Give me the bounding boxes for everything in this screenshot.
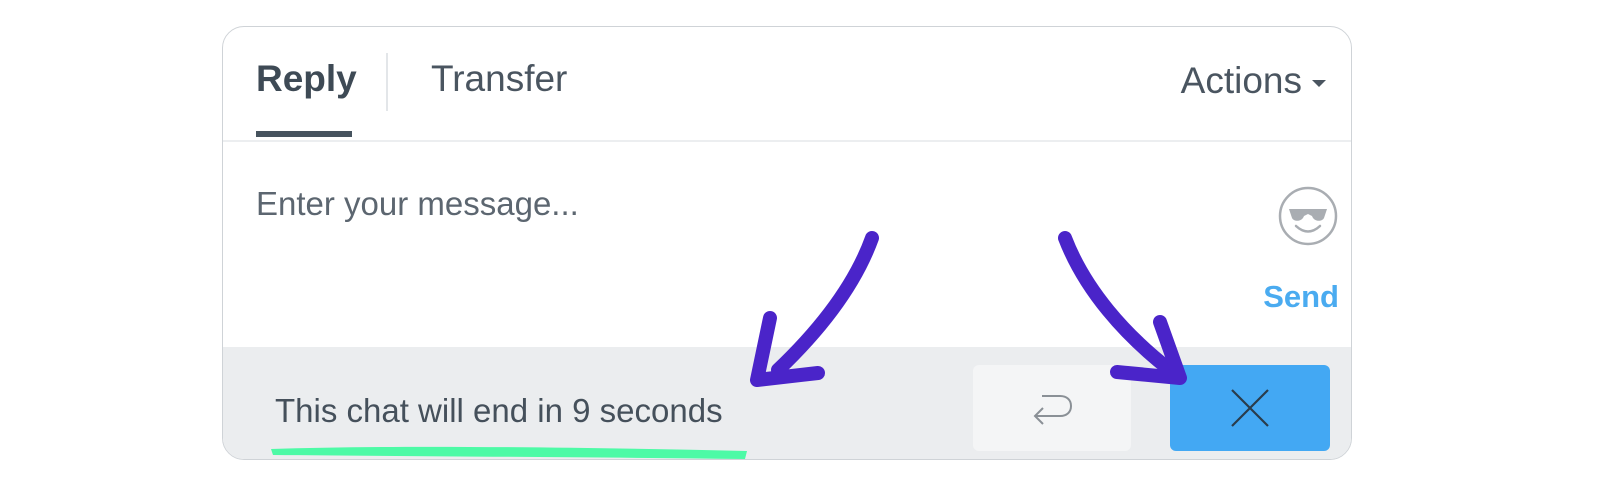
close-x-icon xyxy=(1231,389,1269,427)
emoji-sunglasses-icon[interactable] xyxy=(1277,185,1339,247)
actions-dropdown[interactable]: Actions xyxy=(1181,59,1326,103)
active-tab-indicator xyxy=(256,131,352,137)
close-chat-button[interactable] xyxy=(1170,365,1330,451)
send-button[interactable]: Send xyxy=(1263,279,1339,315)
caret-down-icon xyxy=(1312,79,1326,87)
actions-label: Actions xyxy=(1180,60,1302,101)
undo-button[interactable] xyxy=(973,365,1131,451)
tab-bar: Reply Transfer Actions xyxy=(223,27,1351,142)
chat-end-countdown: This chat will end in 9 seconds xyxy=(275,392,723,429)
return-arrow-icon xyxy=(1033,395,1073,425)
message-input[interactable] xyxy=(256,185,1216,223)
tab-transfer[interactable]: Transfer xyxy=(431,57,567,101)
highlight-underline xyxy=(271,446,747,459)
chat-reply-panel: Reply Transfer Actions Send This chat wi… xyxy=(222,26,1352,460)
tab-divider xyxy=(386,53,388,111)
chat-end-footer: This chat will end in 9 seconds xyxy=(223,347,1351,459)
tab-reply[interactable]: Reply xyxy=(256,57,357,101)
